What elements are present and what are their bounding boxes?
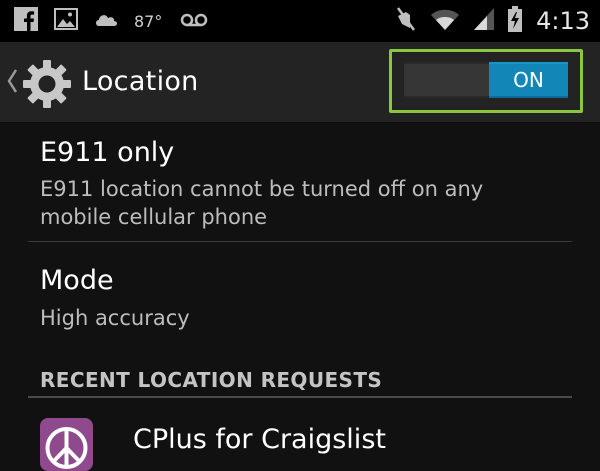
status-bar-notifications: 87° [14, 7, 224, 35]
list-divider [28, 241, 572, 242]
facebook-icon [14, 7, 38, 35]
settings-gear-icon[interactable] [22, 59, 72, 113]
section-divider [28, 396, 572, 398]
recent-requests-header: RECENT LOCATION REQUESTS [40, 368, 383, 392]
e911-subtitle-line2: mobile cellular phone [40, 205, 268, 229]
e911-title: E911 only [40, 137, 175, 168]
image-icon [54, 8, 78, 34]
location-toggle-on-label[interactable]: ON [489, 62, 568, 98]
recent-request-app-name: CPlus for Craigslist [133, 424, 386, 455]
back-caret-icon[interactable] [6, 68, 18, 98]
temperature-readout: 87° [134, 11, 163, 31]
wifi-icon [430, 7, 460, 35]
status-bar-system: 4:13 [382, 6, 590, 36]
mute-icon [394, 6, 418, 36]
weather-cloud-icon [94, 11, 118, 31]
mode-subtitle: High accuracy [40, 306, 190, 330]
e911-subtitle-line1: E911 location cannot be turned off on an… [40, 177, 484, 201]
clock: 4:13 [536, 7, 590, 35]
battery-charging-icon [508, 6, 523, 36]
status-bar: 87° 4:13 [0, 0, 600, 42]
signal-icon [472, 7, 496, 35]
mode-title: Mode [40, 265, 114, 296]
voicemail-icon [180, 12, 208, 31]
page-title: Location [82, 66, 199, 97]
cplus-app-icon [40, 418, 93, 471]
